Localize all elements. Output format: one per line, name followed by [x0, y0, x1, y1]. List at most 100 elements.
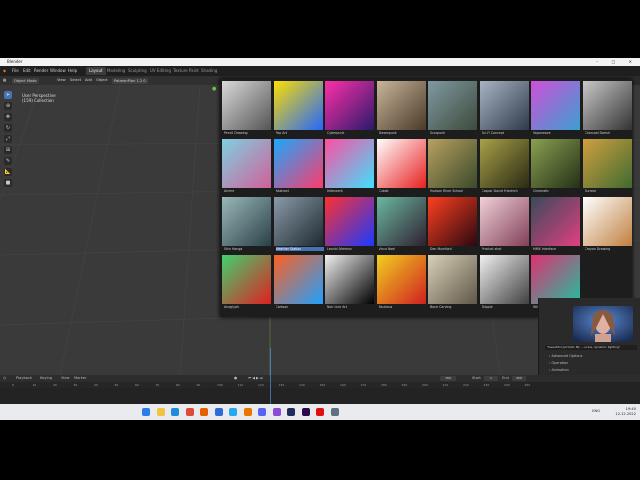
style-thumbnail[interactable]: Vicco Noel: [376, 197, 426, 253]
start-frame-field[interactable]: 1: [484, 376, 498, 381]
messenger-icon[interactable]: [214, 408, 223, 416]
style-thumbnail[interactable]: Surreal: [582, 139, 632, 195]
tab-layout[interactable]: Layout: [86, 67, 106, 75]
menu-playback[interactable]: Playback: [16, 375, 32, 382]
prompt-input[interactable]: "beautiful portrait, 8k, ...ucius, dynam…: [545, 345, 637, 350]
style-thumbnail[interactable]: Dan Mumford: [428, 197, 477, 253]
select-tool-icon[interactable]: ➤: [4, 91, 12, 99]
editor-type-icon[interactable]: ▦: [3, 76, 6, 85]
blender-logo-icon[interactable]: ◆: [3, 66, 6, 76]
close-button[interactable]: ✕: [629, 59, 638, 64]
style-thumbnail[interactable]: Iridescent: [325, 139, 374, 195]
style-thumbnail[interactable]: MMX Interface: [531, 197, 580, 253]
menu-edit[interactable]: Edit: [23, 66, 31, 76]
style-thumbnail[interactable]: Cubist: [376, 139, 426, 195]
scale-tool-icon[interactable]: ⤢: [4, 135, 12, 143]
tab-sculpting[interactable]: Sculpting: [125, 67, 150, 75]
ruler-tick: 10: [32, 383, 37, 387]
thumbnail-caption: Hudson River School: [430, 189, 463, 193]
style-thumbnail[interactable]: Vaporwave: [531, 81, 580, 137]
style-thumbnail[interactable]: Abstract: [273, 139, 323, 195]
style-thumbnail[interactable]: Stipple: [479, 255, 529, 311]
animation-expander[interactable]: › Animation: [549, 368, 569, 372]
style-thumbnail[interactable]: Cinematic: [531, 139, 580, 195]
photoshop-icon[interactable]: [287, 408, 295, 416]
style-thumbnail[interactable]: Hudson River School: [428, 139, 477, 195]
style-thumbnail[interactable]: Caspar David Friedrich: [479, 139, 529, 195]
window-controls[interactable]: – □ ✕: [596, 58, 638, 66]
discord-icon[interactable]: [258, 408, 266, 416]
style-thumbnail[interactable]: Weather Station: [273, 197, 324, 253]
end-frame-field[interactable]: 250: [512, 376, 526, 381]
chrome-icon[interactable]: [185, 408, 194, 416]
maximize-button[interactable]: □: [612, 59, 622, 64]
menu-help[interactable]: Help: [68, 66, 77, 76]
style-thumbnail[interactable]: Leonid Afremov: [325, 197, 374, 253]
move-tool-icon[interactable]: ✥: [4, 113, 12, 121]
style-thumbnail[interactable]: Sci-Fi Concept: [479, 81, 529, 137]
style-thumbnail[interactable]: Pencil Drawing: [222, 81, 271, 137]
blender-icon[interactable]: [243, 408, 252, 416]
thumbnail-image: [531, 197, 580, 246]
tab-shading[interactable]: Shading: [198, 67, 220, 75]
transform-tool-icon[interactable]: ⊞: [4, 146, 12, 154]
menu-object[interactable]: Object: [96, 76, 108, 85]
edge-icon[interactable]: [171, 408, 179, 416]
language-indicator[interactable]: ENG: [592, 409, 600, 413]
menu-view-timeline[interactable]: View: [61, 375, 70, 382]
style-thumbnail[interactable]: Bauhaus: [376, 255, 426, 311]
operation-expander[interactable]: › Operation: [549, 361, 568, 365]
current-frame-field[interactable]: 159: [440, 376, 456, 381]
menu-keying[interactable]: Keying: [40, 375, 52, 382]
blender-window: Blender – □ ✕ ◆ File Edit Render Window …: [0, 58, 640, 420]
clock-icon[interactable]: ◷: [3, 375, 6, 382]
menu-add[interactable]: Add: [85, 76, 92, 85]
title-bar: Blender – □ ✕: [0, 58, 640, 66]
system-clock[interactable]: 19:40 12.12.2022: [615, 407, 636, 417]
thumbnail-caption: Vicco Noel: [378, 247, 396, 251]
menu-render[interactable]: Render: [34, 66, 48, 76]
advanced-options-expander[interactable]: › Advanced Options: [549, 354, 582, 358]
ruler-tick: 230: [483, 383, 490, 387]
windows-start-icon[interactable]: [142, 408, 150, 416]
firefox-icon[interactable]: [200, 408, 208, 416]
style-thumbnail[interactable]: Shin Hanga: [222, 197, 271, 253]
style-thumbnail[interactable]: Crayon Drawing: [582, 197, 632, 253]
file-explorer-icon[interactable]: [156, 408, 165, 416]
style-thumbnail[interactable]: Scorpunk: [428, 81, 477, 137]
style-thumbnail[interactable]: Cyberpunk: [325, 81, 374, 137]
cursor-tool-icon[interactable]: ⊕: [4, 102, 12, 110]
add-cube-tool-icon[interactable]: ■: [4, 179, 12, 187]
menu-select[interactable]: Select: [70, 76, 81, 85]
style-thumbnail[interactable]: Anaglyph: [222, 255, 271, 311]
premiere-icon[interactable]: [301, 408, 310, 416]
addon-menu[interactable]: PatreonPlan 1.2.0: [112, 77, 148, 84]
mode-selector[interactable]: Object Mode: [12, 77, 39, 84]
annotate-tool-icon[interactable]: ✎: [4, 157, 12, 165]
playback-controls[interactable]: ⏮◀▶⏭: [248, 375, 264, 382]
timeline-header: ◷ Playback Keying View Marker ● ⏮◀▶⏭ 159…: [0, 375, 640, 382]
measure-tool-icon[interactable]: 📐: [4, 168, 12, 176]
style-thumbnail[interactable]: Bone Carving: [428, 255, 477, 311]
rotate-tool-icon[interactable]: ↻: [4, 124, 12, 132]
menu-window[interactable]: Window: [50, 66, 66, 76]
vscode-icon[interactable]: [229, 408, 237, 416]
menu-file[interactable]: File: [12, 66, 19, 76]
style-thumbnail[interactable]: Steampunk: [376, 81, 426, 137]
timeline-ruler[interactable]: 0 10 20 30 40 50 60 70 80 90 100 110 120 130 140 150 160…: [0, 382, 530, 388]
style-thumbnail[interactable]: Anime: [222, 139, 271, 195]
thumbnail-image: [273, 255, 323, 304]
style-thumbnail[interactable]: Noir Line Art: [325, 255, 374, 311]
settings-icon[interactable]: [330, 408, 339, 416]
menu-view[interactable]: View: [57, 76, 66, 85]
style-thumbnail[interactable]: Product shot: [479, 197, 529, 253]
record-icon[interactable]: ●: [234, 375, 237, 382]
visual-studio-icon[interactable]: [272, 408, 281, 416]
style-thumbnail[interactable]: Charcoal Sketch: [582, 81, 632, 137]
menu-marker[interactable]: Marker: [74, 375, 86, 382]
minimize-button[interactable]: –: [596, 59, 604, 64]
thumbnail-caption: Vaporwave: [533, 131, 551, 135]
style-thumbnail[interactable]: Pop Art: [273, 81, 323, 137]
style-thumbnail[interactable]: Cartoon: [273, 255, 323, 311]
youtube-icon[interactable]: [316, 408, 324, 416]
